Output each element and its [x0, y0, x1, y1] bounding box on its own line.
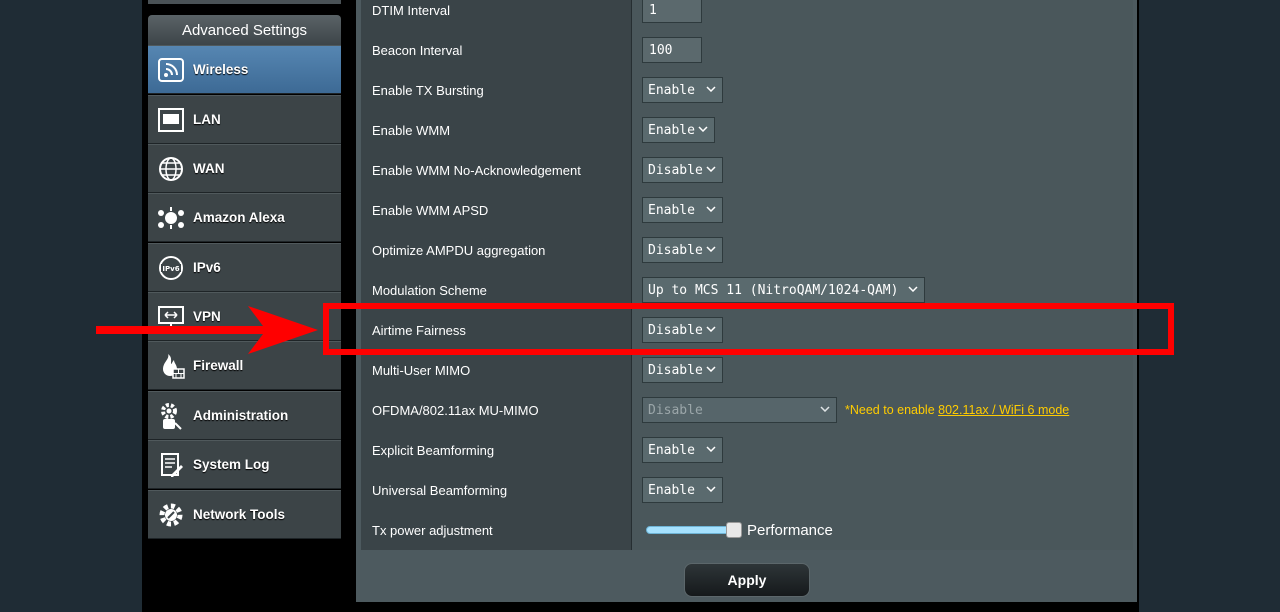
row-universal-beamforming: Universal Beamforming Enable [361, 470, 1133, 510]
svg-text:IPv6: IPv6 [162, 265, 179, 273]
row-label: OFDMA/802.11ax MU-MIMO [361, 390, 632, 430]
row-beacon-interval: Beacon Interval 100 [361, 30, 1133, 70]
row-label: Tx power adjustment [361, 510, 632, 550]
row-wmm-no-ack: Enable WMM No-Acknowledgement Disable [361, 150, 1133, 190]
chevron-down-icon [705, 202, 717, 216]
chevron-down-icon [819, 402, 831, 416]
row-label: Enable WMM [361, 110, 632, 150]
beacon-interval-input[interactable]: 100 [642, 37, 702, 63]
wifi-icon [156, 55, 186, 85]
sidebar-item-label: IPv6 [193, 260, 221, 275]
wmm-apsd-select[interactable]: Enable [642, 197, 723, 223]
log-icon [156, 450, 186, 480]
fire-icon [156, 351, 186, 381]
chevron-down-icon [705, 362, 717, 376]
row-wmm: Enable WMM Enable [361, 110, 1133, 150]
row-label: Multi-User MIMO [361, 350, 632, 390]
select-value: Disable [648, 242, 703, 258]
row-ampdu-aggregation: Optimize AMPDU aggregation Disable [361, 230, 1133, 270]
select-value: Disable [648, 362, 703, 378]
row-label: Explicit Beamforming [361, 430, 632, 470]
sidebar-item-label: Amazon Alexa [193, 210, 285, 225]
ofdma-requirement-note: *Need to enable 802.11ax / WiFi 6 mode [845, 403, 1070, 417]
wmm-no-ack-select[interactable]: Disable [642, 157, 723, 183]
row-tx-power: Tx power adjustment Performance [361, 510, 1133, 550]
tools-gear-icon [156, 500, 186, 530]
sidebar-item-lan[interactable]: LAN [148, 95, 341, 144]
sidebar-item-label: WAN [193, 161, 225, 176]
tx-power-slider[interactable] [646, 522, 742, 538]
row-label: DTIM Interval [361, 0, 632, 30]
select-value: Enable [648, 122, 695, 138]
sidebar-header: Advanced Settings [148, 15, 341, 45]
row-dtim-interval: DTIM Interval 1 [361, 0, 1133, 30]
mu-mimo-select[interactable]: Disable [642, 357, 723, 383]
dtim-interval-input[interactable]: 1 [642, 0, 702, 23]
row-label: Enable WMM APSD [361, 190, 632, 230]
select-value: Enable [648, 82, 695, 98]
select-value: Disable [648, 162, 703, 178]
select-value: Enable [648, 202, 695, 218]
annotation-arrow-icon [248, 306, 318, 354]
select-value: Up to MCS 11 (NitroQAM/1024-QAM) [648, 282, 899, 298]
row-ofdma-mu-mimo: OFDMA/802.11ax MU-MIMO Disable *Need to … [361, 390, 1133, 430]
select-value: Enable [648, 482, 695, 498]
sidebar-item-network-tools[interactable]: Network Tools [148, 490, 341, 539]
alexa-icon [156, 203, 186, 233]
row-label: Universal Beamforming [361, 470, 632, 510]
tx-power-level-text: Performance [747, 521, 833, 539]
lan-icon [156, 105, 186, 135]
chevron-down-icon [705, 162, 717, 176]
sidebar-item-administration[interactable]: Administration [148, 391, 341, 440]
chevron-down-icon [705, 242, 717, 256]
ipv6-globe-icon: IPv6 [156, 253, 186, 283]
wmm-select[interactable]: Enable [642, 117, 715, 143]
row-explicit-beamforming: Explicit Beamforming Enable [361, 430, 1133, 470]
universal-beamforming-select[interactable]: Enable [642, 477, 723, 503]
sidebar-item-label: Administration [193, 408, 289, 423]
row-tx-bursting: Enable TX Bursting Enable [361, 70, 1133, 110]
ofdma-select[interactable]: Disable [642, 397, 837, 423]
apply-button[interactable]: Apply [684, 563, 810, 597]
globe-icon [156, 154, 186, 184]
sidebar-item-ipv6[interactable]: IPv6 IPv6 [148, 243, 341, 292]
tx-bursting-select[interactable]: Enable [642, 77, 723, 103]
row-label: Beacon Interval [361, 30, 632, 70]
wifi6-mode-link[interactable]: 802.11ax / WiFi 6 mode [938, 403, 1069, 417]
sidebar-item-label: Wireless [193, 62, 249, 77]
sidebar-item-amazon-alexa[interactable]: Amazon Alexa [148, 193, 341, 242]
sidebar-item-label: LAN [193, 112, 221, 127]
sidebar-top-cap [148, 0, 341, 4]
select-value: Disable [648, 402, 703, 418]
explicit-beamforming-select[interactable]: Enable [642, 437, 723, 463]
tx-power-slider-handle[interactable] [726, 522, 742, 538]
sidebar-item-label: Firewall [193, 358, 244, 373]
chevron-down-icon [907, 282, 919, 296]
modulation-scheme-select[interactable]: Up to MCS 11 (NitroQAM/1024-QAM) [642, 277, 925, 303]
ampdu-select[interactable]: Disable [642, 237, 723, 263]
sidebar-item-label: Network Tools [193, 507, 286, 522]
sidebar: Advanced Settings Wireless LAN WAN Amazo… [148, 0, 341, 542]
sidebar-item-wan[interactable]: WAN [148, 144, 341, 193]
admin-gear-icon [156, 401, 186, 431]
select-value: Enable [648, 442, 695, 458]
highlight-box [323, 303, 1174, 355]
sidebar-item-label: VPN [193, 309, 221, 324]
sidebar-item-wireless[interactable]: Wireless [148, 45, 341, 94]
chevron-down-icon [697, 122, 709, 136]
sidebar-item-label: System Log [193, 457, 270, 472]
row-multi-user-mimo: Multi-User MIMO Disable [361, 350, 1133, 390]
chevron-down-icon [705, 442, 717, 456]
sidebar-item-system-log[interactable]: System Log [148, 440, 341, 489]
chevron-down-icon [705, 82, 717, 96]
row-label: Optimize AMPDU aggregation [361, 230, 632, 270]
row-label: Enable WMM No-Acknowledgement [361, 150, 632, 190]
row-wmm-apsd: Enable WMM APSD Enable [361, 190, 1133, 230]
row-label: Enable TX Bursting [361, 70, 632, 110]
chevron-down-icon [705, 482, 717, 496]
